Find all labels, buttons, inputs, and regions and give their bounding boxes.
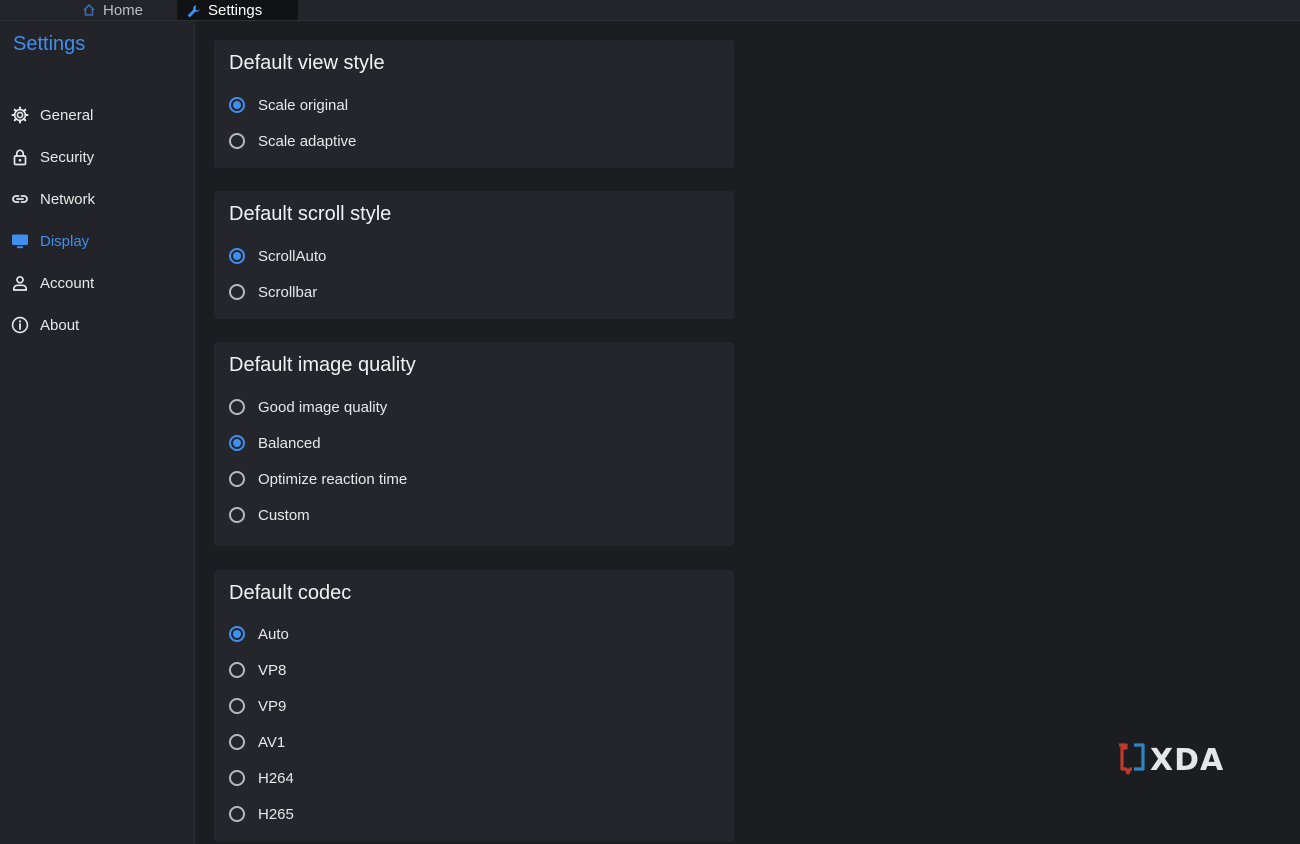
radio-option-custom[interactable]: Custom — [229, 503, 310, 527]
radio-option-good-image-quality[interactable]: Good image quality — [229, 395, 387, 419]
option-label: VP9 — [258, 697, 287, 715]
home-icon — [82, 3, 96, 17]
sidebar-item-display[interactable]: Display — [0, 226, 194, 256]
sidebar-item-security[interactable]: Security — [0, 142, 194, 172]
radio-option-scale-adaptive[interactable]: Scale adaptive — [229, 129, 356, 153]
radio-button[interactable] — [229, 698, 245, 714]
svg-text:XDA: XDA — [1150, 743, 1224, 778]
option-label: Auto — [258, 625, 289, 643]
sidebar-item-about[interactable]: About — [0, 310, 194, 340]
radio-option-h264[interactable]: H264 — [229, 766, 294, 790]
radio-option-h265[interactable]: H265 — [229, 802, 294, 826]
section-title: Default scroll style — [229, 203, 392, 225]
option-label: Scale original — [258, 96, 349, 114]
radio-button[interactable] — [229, 770, 245, 786]
section-title: Default view style — [229, 52, 385, 74]
radio-button[interactable] — [229, 507, 245, 523]
sidebar-item-label: About — [40, 316, 80, 334]
radio-button-checked[interactable] — [229, 248, 245, 264]
gear-icon — [10, 105, 30, 125]
option-label: Optimize reaction time — [258, 470, 408, 488]
option-label: Balanced — [258, 434, 321, 452]
xda-watermark-logo: XDA — [1117, 742, 1239, 778]
radio-button[interactable] — [229, 284, 245, 300]
option-label: Scale adaptive — [258, 132, 357, 150]
radio-option-scale-original[interactable]: Scale original — [229, 93, 348, 117]
radio-option-av1[interactable]: AV1 — [229, 730, 285, 754]
view-style-card: Default view style Scale original Scale … — [214, 40, 734, 168]
radio-button-checked[interactable] — [229, 97, 245, 113]
tab-bar: Home Settings — [0, 0, 1300, 21]
sidebar-item-label: Display — [40, 232, 90, 250]
radio-option-vp9[interactable]: VP9 — [229, 694, 286, 718]
person-icon — [10, 273, 30, 293]
info-icon — [10, 315, 30, 335]
monitor-icon — [10, 231, 30, 251]
sidebar-title: Settings — [13, 33, 86, 55]
option-label: AV1 — [258, 733, 286, 751]
radio-option-auto[interactable]: Auto — [229, 622, 289, 646]
option-label: Custom — [258, 506, 310, 524]
section-title: Default codec — [229, 582, 352, 604]
radio-option-optimize-reaction-time[interactable]: Optimize reaction time — [229, 467, 407, 491]
radio-button[interactable] — [229, 133, 245, 149]
section-title: Default image quality — [229, 354, 416, 376]
scroll-style-card: Default scroll style ScrollAuto Scrollba… — [214, 191, 734, 319]
radio-button-checked[interactable] — [229, 435, 245, 451]
option-label: Scrollbar — [258, 283, 318, 301]
tab-home-label: Home — [103, 1, 144, 19]
tab-settings[interactable]: Settings — [177, 0, 298, 20]
sidebar-item-label: Network — [40, 190, 96, 208]
tab-settings-label: Settings — [208, 1, 263, 19]
option-label: VP8 — [258, 661, 287, 679]
radio-option-vp8[interactable]: VP8 — [229, 658, 286, 682]
radio-button[interactable] — [229, 662, 245, 678]
settings-content: Default view style Scale original Scale … — [195, 21, 1300, 844]
codec-card: Default codec Auto VP8 VP9 AV1 H264 H265 — [214, 570, 734, 842]
image-quality-card: Default image quality Good image quality… — [214, 342, 734, 546]
sidebar-item-label: General — [40, 106, 94, 124]
tab-home[interactable]: Home — [82, 0, 143, 20]
sidebar-item-account[interactable]: Account — [0, 268, 194, 298]
sidebar-item-general[interactable]: General — [0, 100, 194, 130]
link-icon — [10, 189, 30, 209]
radio-option-scrollbar[interactable]: Scrollbar — [229, 280, 317, 304]
option-label: H265 — [258, 805, 294, 823]
radio-button[interactable] — [229, 399, 245, 415]
radio-option-balanced[interactable]: Balanced — [229, 431, 321, 455]
radio-button[interactable] — [229, 806, 245, 822]
radio-button-checked[interactable] — [229, 626, 245, 642]
lock-icon — [10, 147, 30, 167]
radio-button[interactable] — [229, 734, 245, 750]
sidebar-item-label: Account — [40, 274, 95, 292]
sidebar-item-label: Security — [40, 148, 95, 166]
sidebar: Settings General Security Network Displa… — [0, 21, 195, 844]
radio-option-scrollauto[interactable]: ScrollAuto — [229, 244, 326, 268]
option-label: ScrollAuto — [258, 247, 327, 265]
option-label: Good image quality — [258, 398, 388, 416]
wrench-icon — [187, 3, 201, 17]
sidebar-item-network[interactable]: Network — [0, 184, 194, 214]
option-label: H264 — [258, 769, 294, 787]
radio-button[interactable] — [229, 471, 245, 487]
